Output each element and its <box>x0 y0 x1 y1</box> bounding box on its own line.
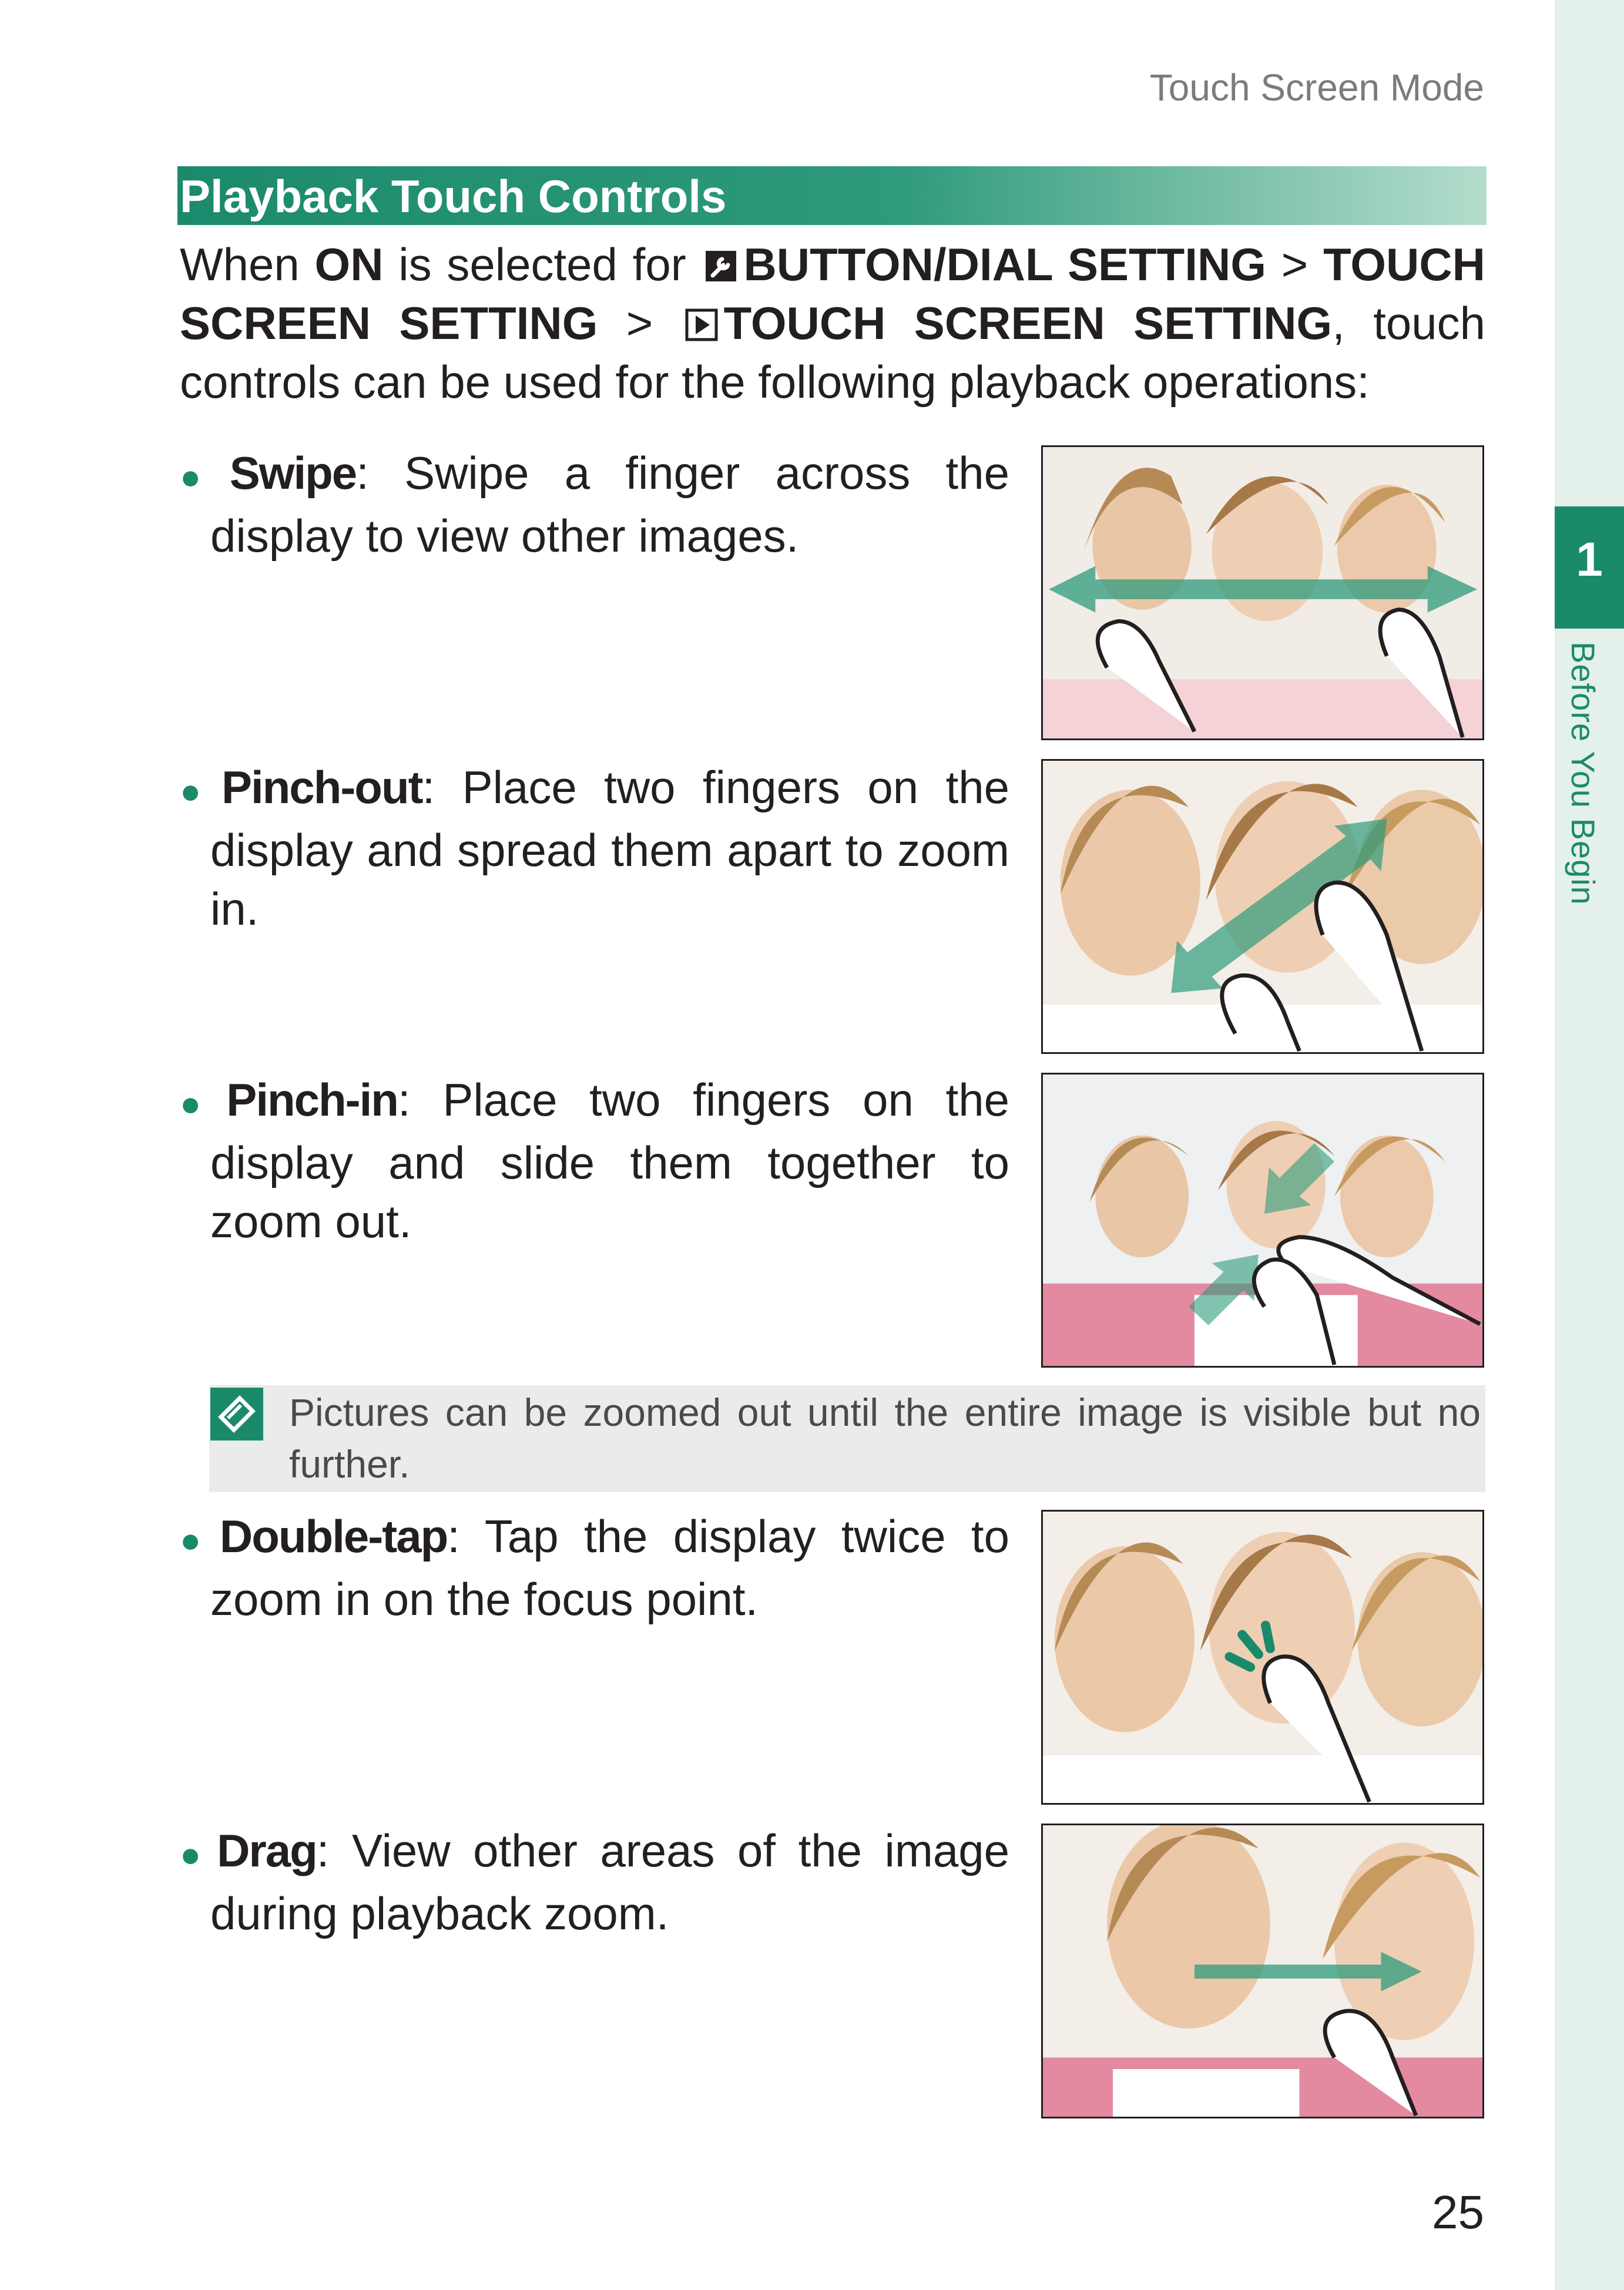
list-item: ● Pinch-in: Place two fingers on the disp… <box>180 1070 1009 1251</box>
bullet: ● <box>180 771 216 811</box>
chapter-number: 1 <box>1576 533 1603 586</box>
on-option: ON <box>314 239 384 290</box>
swipe-gesture-illustration <box>1041 445 1484 740</box>
drag-gesture-illustration <box>1041 1824 1484 2118</box>
note-icon <box>210 1388 263 1441</box>
list-item: ● Drag: View other areas of the image dur… <box>180 1821 1009 1943</box>
list-item: ● Pinch-out: Place two fingers on the dis… <box>180 758 1009 938</box>
item-term: Pinch-in <box>226 1074 399 1126</box>
list-item: ● Swipe: Swipe a finger across the displa… <box>180 444 1009 565</box>
manual-page: 1 Before You Begin Touch Screen Mode Pla… <box>0 0 1624 2290</box>
intro-text: When <box>180 239 315 290</box>
menu-separator: > <box>598 297 682 349</box>
pinch-out-gesture-illustration <box>1041 759 1484 1054</box>
list-item: ● Double-tap: Tap the display twice to zo… <box>180 1507 1009 1628</box>
menu-playback-touch-setting: TOUCH SCREEN SETTING <box>723 297 1333 349</box>
intro-text: is selected for <box>383 239 702 290</box>
item-description: : View other areas of the image during p… <box>210 1825 1009 1939</box>
wrench-setup-icon <box>706 251 737 281</box>
side-band <box>1555 0 1624 2290</box>
bullet: ● <box>180 1084 221 1123</box>
intro-paragraph: When ON is selected for BUTTON/DIAL SETT… <box>180 235 1485 411</box>
item-term: Drag <box>217 1825 318 1876</box>
double-tap-gesture-illustration <box>1041 1510 1484 1805</box>
item-term: Swipe <box>229 447 357 499</box>
bullet: ● <box>180 1835 212 1874</box>
bullet: ● <box>180 1520 214 1560</box>
item-term: Pinch-out <box>221 761 424 813</box>
bullet: ● <box>180 457 224 496</box>
menu-button-dial: BUTTON/DIAL SETTING <box>743 239 1267 290</box>
item-term: Double-tap <box>219 1510 448 1562</box>
page-number: 25 <box>1432 2186 1484 2238</box>
chapter-title: Before You Begin <box>1565 642 1602 905</box>
pinch-in-gesture-illustration <box>1041 1073 1484 1368</box>
menu-separator: > <box>1266 239 1324 290</box>
note-text: Pictures can be zoomed out until the ent… <box>289 1391 1481 1486</box>
running-head: Touch Screen Mode <box>1149 66 1484 109</box>
playback-icon <box>685 308 718 341</box>
section-title: Playback Touch Controls <box>180 170 727 222</box>
